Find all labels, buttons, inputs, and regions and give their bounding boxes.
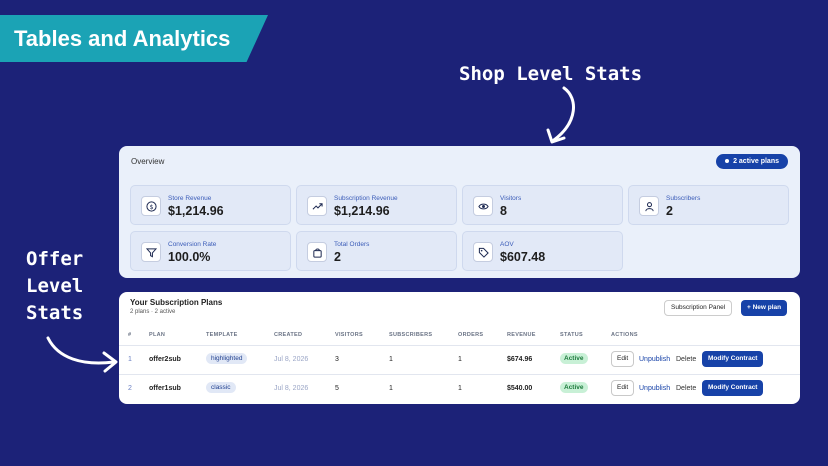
overview-card: Overview 2 active plans $ Store Revenue … — [119, 146, 800, 278]
plan-name[interactable]: offer1sub — [149, 385, 181, 392]
row-index: 1 — [128, 356, 132, 363]
plans-subtitle: 2 plans · 2 active — [130, 309, 176, 315]
orders-count: 1 — [458, 385, 462, 392]
offer-annotation-line: Stats — [26, 302, 84, 324]
column-header[interactable]: SUBSCRIBERS — [389, 332, 432, 338]
column-header[interactable]: REVENUE — [507, 332, 536, 338]
plan-name[interactable]: offer2sub — [149, 356, 181, 363]
column-header[interactable]: CREATED — [274, 332, 302, 338]
column-header[interactable]: ORDERS — [458, 332, 483, 338]
stat-value: $1,214.96 — [334, 204, 390, 218]
plans-title: Your Subscription Plans — [130, 298, 223, 307]
stat-value: 100.0% — [168, 250, 211, 264]
offer-annotation-line: Level — [26, 275, 84, 297]
user-icon — [639, 196, 659, 216]
unpublish-link[interactable]: Unpublish — [639, 356, 670, 363]
offer-level-annotation: Offer Level Stats — [26, 246, 83, 327]
subscription-panel-button[interactable]: Subscription Panel — [664, 300, 733, 316]
bag-icon — [307, 242, 327, 262]
stat-subscribers: Subscribers 2 — [628, 185, 789, 225]
created-date: Jul 8, 2026 — [274, 356, 309, 363]
svg-text:$: $ — [149, 202, 153, 210]
edit-button[interactable]: Edit — [611, 380, 635, 396]
edit-button[interactable]: Edit — [611, 351, 635, 367]
trend-up-icon — [307, 196, 327, 216]
column-header: # — [128, 332, 132, 338]
stat-total-orders: Total Orders 2 — [296, 231, 457, 271]
modify-contract-button[interactable]: Modify Contract — [702, 380, 764, 396]
unpublish-link[interactable]: Unpublish — [639, 385, 670, 392]
active-plans-label: 2 active plans — [733, 157, 779, 165]
offer-annotation-line: Offer — [26, 248, 84, 270]
section-banner: Tables and Analytics — [0, 15, 268, 62]
stat-label: Store Revenue — [168, 195, 212, 202]
stat-label: Conversion Rate — [168, 241, 217, 248]
column-header[interactable]: STATUS — [560, 332, 583, 338]
template-badge: classic — [206, 382, 236, 393]
revenue-value: $674.96 — [507, 356, 533, 363]
subscribers-count: 1 — [389, 356, 393, 363]
column-header[interactable]: PLAN — [149, 332, 165, 338]
shop-arrow-icon — [546, 86, 575, 144]
visitors-count: 3 — [335, 356, 339, 363]
modify-contract-button[interactable]: Modify Contract — [702, 351, 764, 367]
stat-value: 8 — [500, 204, 507, 218]
row-index: 2 — [128, 385, 132, 392]
new-plan-button[interactable]: + New plan — [741, 300, 788, 316]
shop-level-annotation: Shop Level Stats — [459, 63, 643, 85]
column-header[interactable]: VISITORS — [335, 332, 363, 338]
template-badge: highlighted — [206, 353, 248, 364]
delete-link[interactable]: Delete — [676, 356, 696, 363]
stat-value: 2 — [666, 204, 673, 218]
offer-arrow-icon — [46, 336, 118, 373]
eye-icon — [473, 196, 493, 216]
table-row: 2 offer1sub classic Jul 8, 2026 5 1 1 $5… — [119, 374, 800, 403]
created-date: Jul 8, 2026 — [274, 385, 309, 392]
tag-icon — [473, 242, 493, 262]
stat-value: $1,214.96 — [168, 204, 224, 218]
stat-value: $607.48 — [500, 250, 546, 264]
subscribers-count: 1 — [389, 385, 393, 392]
active-plans-badge[interactable]: 2 active plans — [716, 153, 788, 169]
stat-store-revenue: $ Store Revenue $1,214.96 — [130, 185, 291, 225]
stat-label: Subscribers — [666, 195, 701, 202]
stat-subscription-revenue: Subscription Revenue $1,214.96 — [296, 185, 457, 225]
status-badge: Active — [560, 353, 588, 364]
stat-label: Subscription Revenue — [334, 195, 398, 202]
stat-label: Visitors — [500, 195, 522, 202]
overview-header: Overview 2 active plans — [119, 146, 800, 176]
orders-count: 1 — [458, 356, 462, 363]
stat-visitors: Visitors 8 — [462, 185, 623, 225]
visitors-count: 5 — [335, 385, 339, 392]
column-header: ACTIONS — [611, 332, 638, 338]
stat-label: AOV — [500, 241, 514, 248]
stat-label: Total Orders — [334, 241, 370, 248]
delete-link[interactable]: Delete — [676, 385, 696, 392]
overview-title: Overview — [131, 156, 165, 166]
dot-icon — [725, 159, 730, 163]
subscription-plans-card: Your Subscription Plans 2 plans · 2 acti… — [119, 292, 800, 404]
column-header[interactable]: TEMPLATE — [206, 332, 238, 338]
table-row: 1 offer2sub highlighted Jul 8, 2026 3 1 … — [119, 345, 800, 374]
revenue-value: $540.00 — [507, 385, 533, 392]
stat-aov: AOV $607.48 — [462, 231, 623, 271]
funnel-icon — [141, 242, 161, 262]
stat-value: 2 — [334, 250, 341, 264]
stat-conversion-rate: Conversion Rate 100.0% — [130, 231, 291, 271]
status-badge: Active — [560, 382, 588, 393]
dollar-icon: $ — [141, 196, 161, 216]
